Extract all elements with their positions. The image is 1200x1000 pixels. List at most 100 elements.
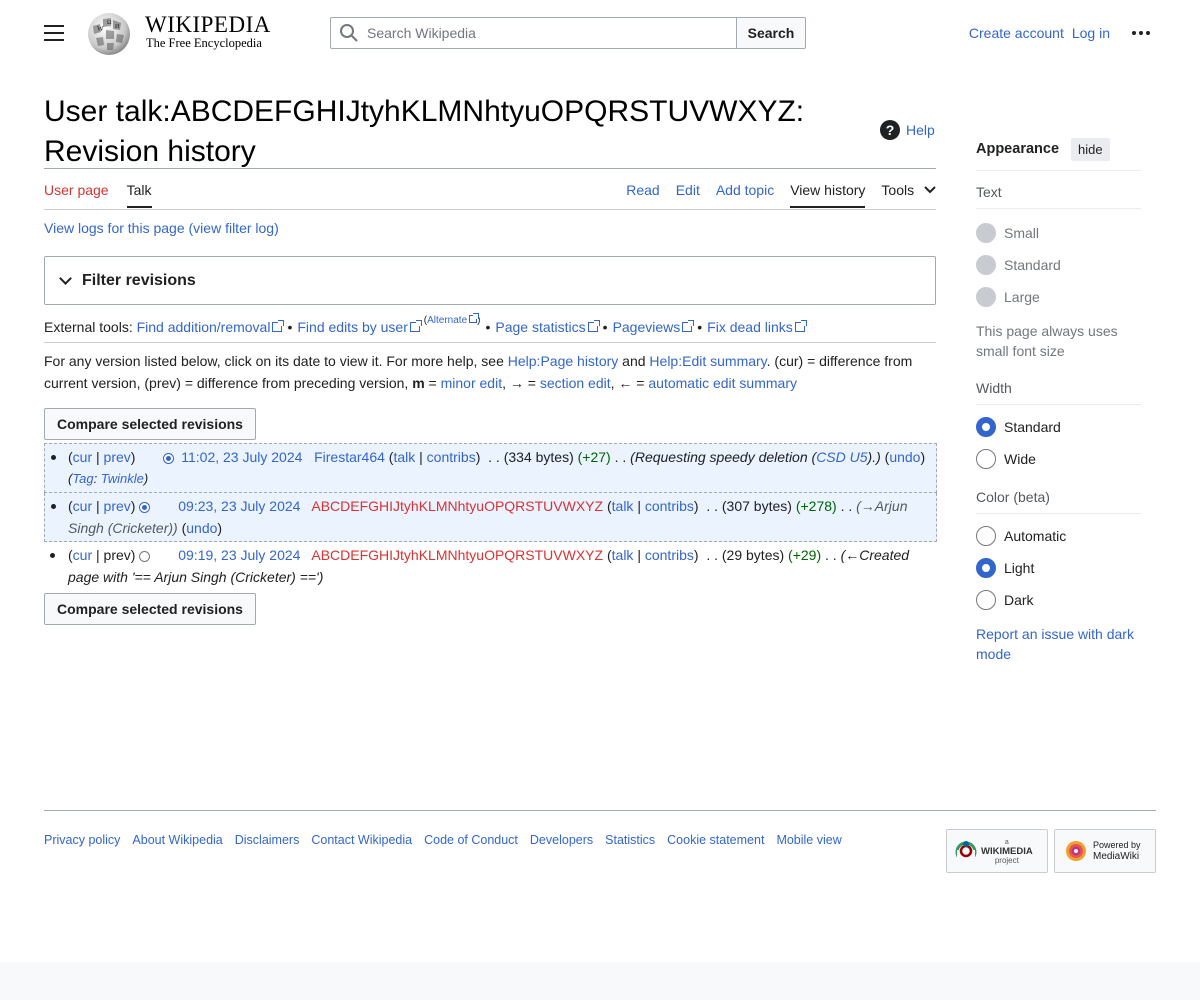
fix-dead-links-link[interactable]: Fix dead links (707, 319, 807, 335)
undo-link[interactable]: undo (889, 449, 920, 465)
prev-text: prev (103, 547, 131, 563)
find-edits-link[interactable]: Find edits by user (297, 319, 422, 335)
pageviews-link[interactable]: Pageviews (613, 319, 695, 335)
help-link[interactable]: ? Help (880, 120, 935, 140)
text-size-small[interactable]: Small (976, 217, 1141, 249)
tab-read[interactable]: Read (626, 182, 659, 208)
hide-appearance-button[interactable]: hide (1071, 137, 1110, 161)
view-logs-link[interactable]: View logs for this page (44, 220, 185, 236)
view-filter-log-link[interactable]: view filter log (193, 220, 274, 236)
external-link-icon (272, 320, 285, 332)
footer-link[interactable]: Code of Conduct (424, 833, 518, 847)
width-standard[interactable]: Standard (976, 411, 1141, 443)
user-contribs-link[interactable]: contribs (645, 498, 694, 514)
revision-radio[interactable] (139, 550, 151, 562)
create-account-link[interactable]: Create account (969, 25, 1064, 41)
user-link[interactable]: ABCDEFGHIJtyhKLMNhtyuOPQRSTUVWXYZ (311, 498, 603, 514)
footer-link[interactable]: About Wikipedia (132, 833, 222, 847)
help-label[interactable]: Help (906, 122, 935, 138)
footer-link[interactable]: Privacy policy (44, 833, 120, 847)
external-link-icon (409, 320, 422, 332)
user-link[interactable]: ABCDEFGHIJtyhKLMNhtyuOPQRSTUVWXYZ (311, 547, 603, 563)
tab-user-page[interactable]: User page (44, 182, 109, 208)
tab-edit[interactable]: Edit (676, 182, 700, 208)
namespace-tabs: User page Talk (44, 182, 152, 208)
tab-tools[interactable]: Tools (881, 182, 936, 208)
wikimedia-logo-icon (955, 841, 977, 862)
radio-icon (976, 526, 996, 546)
csd-u5-link[interactable]: CSD U5 (816, 449, 867, 465)
color-light[interactable]: Light (976, 552, 1141, 584)
revision-date-link[interactable]: 09:23, 23 July 2024 (178, 498, 300, 514)
compare-revisions-button-bottom[interactable]: Compare selected revisions (44, 593, 256, 625)
undo-link[interactable]: undo (186, 520, 217, 536)
footer-link[interactable]: Contact Wikipedia (311, 833, 412, 847)
svg-text:Ω: Ω (107, 20, 112, 26)
report-dark-mode-link[interactable]: Report an issue with dark mode (976, 624, 1141, 664)
compare-revisions-button-top[interactable]: Compare selected revisions (44, 408, 256, 440)
cur-link[interactable]: cur (73, 547, 92, 563)
main-menu-icon[interactable] (44, 25, 64, 41)
wikimedia-project-badge[interactable]: a WIKIMEDIA project (946, 829, 1048, 873)
minor-edit-link[interactable]: minor edit (441, 375, 502, 391)
text-size-standard[interactable]: Standard (976, 249, 1141, 281)
search-button[interactable]: Search (736, 17, 806, 49)
tab-view-history[interactable]: View history (790, 182, 866, 208)
tag-twinkle-link[interactable]: Twinkle (101, 471, 144, 486)
more-options-icon[interactable] (1132, 31, 1150, 35)
search-form: Search (330, 17, 806, 49)
find-addition-link[interactable]: Find addition/removal (137, 319, 285, 335)
view-logs-line: View logs for this page (view filter log… (44, 220, 279, 236)
footer-link[interactable]: Statistics (605, 833, 655, 847)
user-contribs-link[interactable]: contribs (427, 449, 476, 465)
footer-links: Privacy policy About Wikipedia Disclaime… (44, 833, 842, 847)
alternate-link[interactable]: Alternate (427, 313, 480, 326)
user-contribs-link[interactable]: contribs (645, 547, 694, 563)
radio-icon (976, 287, 996, 307)
search-input[interactable] (367, 25, 707, 41)
revision-radio[interactable] (139, 501, 151, 513)
section-edit-link[interactable]: section edit (540, 375, 611, 391)
user-talk-link[interactable]: talk (393, 449, 415, 465)
footer-link[interactable]: Disclaimers (235, 833, 300, 847)
revision-size: (29 bytes) (721, 547, 785, 563)
log-in-link[interactable]: Log in (1072, 25, 1110, 41)
footer-link[interactable]: Developers (530, 833, 593, 847)
wikipedia-wordmark[interactable]: WIKIPEDIA (145, 12, 271, 38)
color-dark[interactable]: Dark (976, 584, 1141, 616)
user-talk-link[interactable]: talk (612, 498, 634, 514)
color-automatic[interactable]: Automatic (976, 520, 1141, 552)
automatic-edit-summary-link[interactable]: automatic edit summary (648, 375, 797, 391)
color-section-label: Color (beta) (976, 489, 1050, 505)
help-edit-summary-link[interactable]: Help:Edit summary (649, 353, 766, 369)
radio-icon (976, 449, 996, 469)
width-options: Standard Wide (976, 411, 1141, 475)
tag-label-link[interactable]: Tag (72, 471, 93, 486)
footer-link[interactable]: Cookie statement (667, 833, 764, 847)
wikipedia-globe-logo[interactable]: W Ω И (84, 10, 134, 56)
external-tools-divider (44, 342, 936, 343)
chevron-down-icon (924, 186, 936, 194)
user-talk-link[interactable]: talk (612, 547, 634, 563)
revision-date-link[interactable]: 09:19, 23 July 2024 (178, 547, 300, 563)
user-link[interactable]: Firestar464 (314, 449, 385, 465)
radio-icon (976, 223, 996, 243)
revision-date-link[interactable]: 11:02, 23 July 2024 (181, 449, 302, 465)
external-tools-label: External tools: (44, 319, 133, 335)
footer-link[interactable]: Mobile view (776, 833, 841, 847)
prev-link[interactable]: prev (104, 449, 131, 465)
search-box[interactable] (330, 17, 736, 49)
help-page-history-link[interactable]: Help:Page history (508, 353, 619, 369)
chevron-down-icon (59, 271, 72, 285)
filter-revisions-toggle[interactable]: Filter revisions (44, 256, 936, 305)
cur-link[interactable]: cur (73, 498, 92, 514)
page-statistics-link[interactable]: Page statistics (495, 319, 600, 335)
powered-by-mediawiki-badge[interactable]: Powered by MediaWiki (1054, 829, 1156, 873)
cur-link[interactable]: cur (73, 449, 92, 465)
text-size-large[interactable]: Large (976, 281, 1141, 313)
tab-talk[interactable]: Talk (126, 182, 152, 208)
width-wide[interactable]: Wide (976, 443, 1141, 475)
tab-add-topic[interactable]: Add topic (716, 182, 774, 208)
prev-link[interactable]: prev (104, 498, 131, 514)
revision-radio[interactable] (163, 452, 175, 464)
